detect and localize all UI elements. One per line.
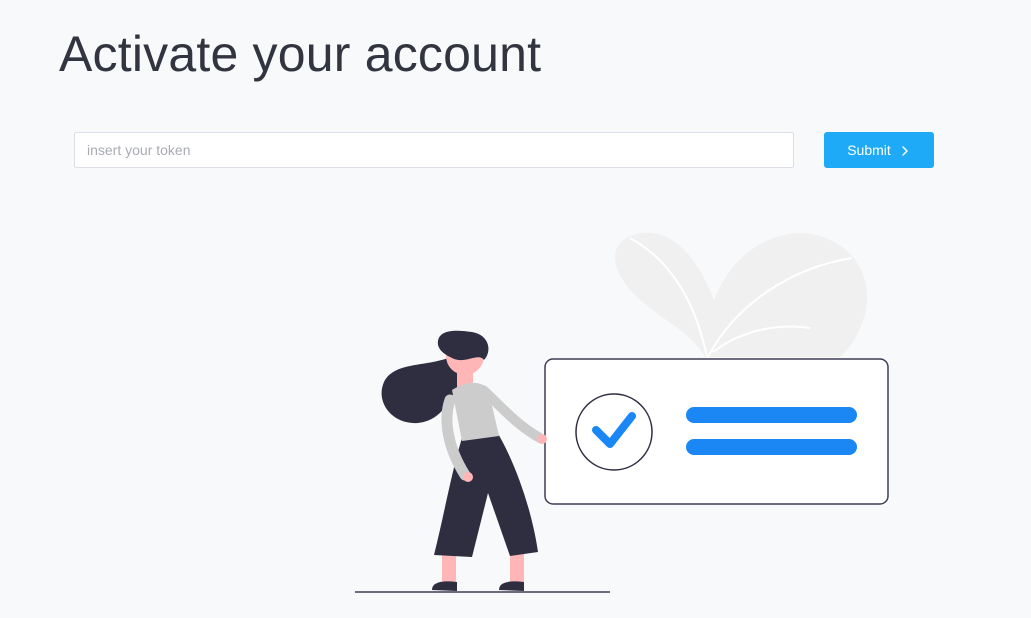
submit-label: Submit [847, 142, 891, 158]
token-input[interactable] [74, 132, 794, 168]
submit-button[interactable]: Submit [824, 132, 934, 168]
verified-card [544, 358, 889, 505]
page-title: Activate your account [59, 26, 542, 82]
activation-illustration [355, 232, 889, 593]
leaves-icon [615, 232, 868, 358]
activation-page: Activate your account Submit [0, 0, 1031, 618]
chevron-right-icon [899, 144, 911, 156]
woman-figure [381, 330, 547, 591]
